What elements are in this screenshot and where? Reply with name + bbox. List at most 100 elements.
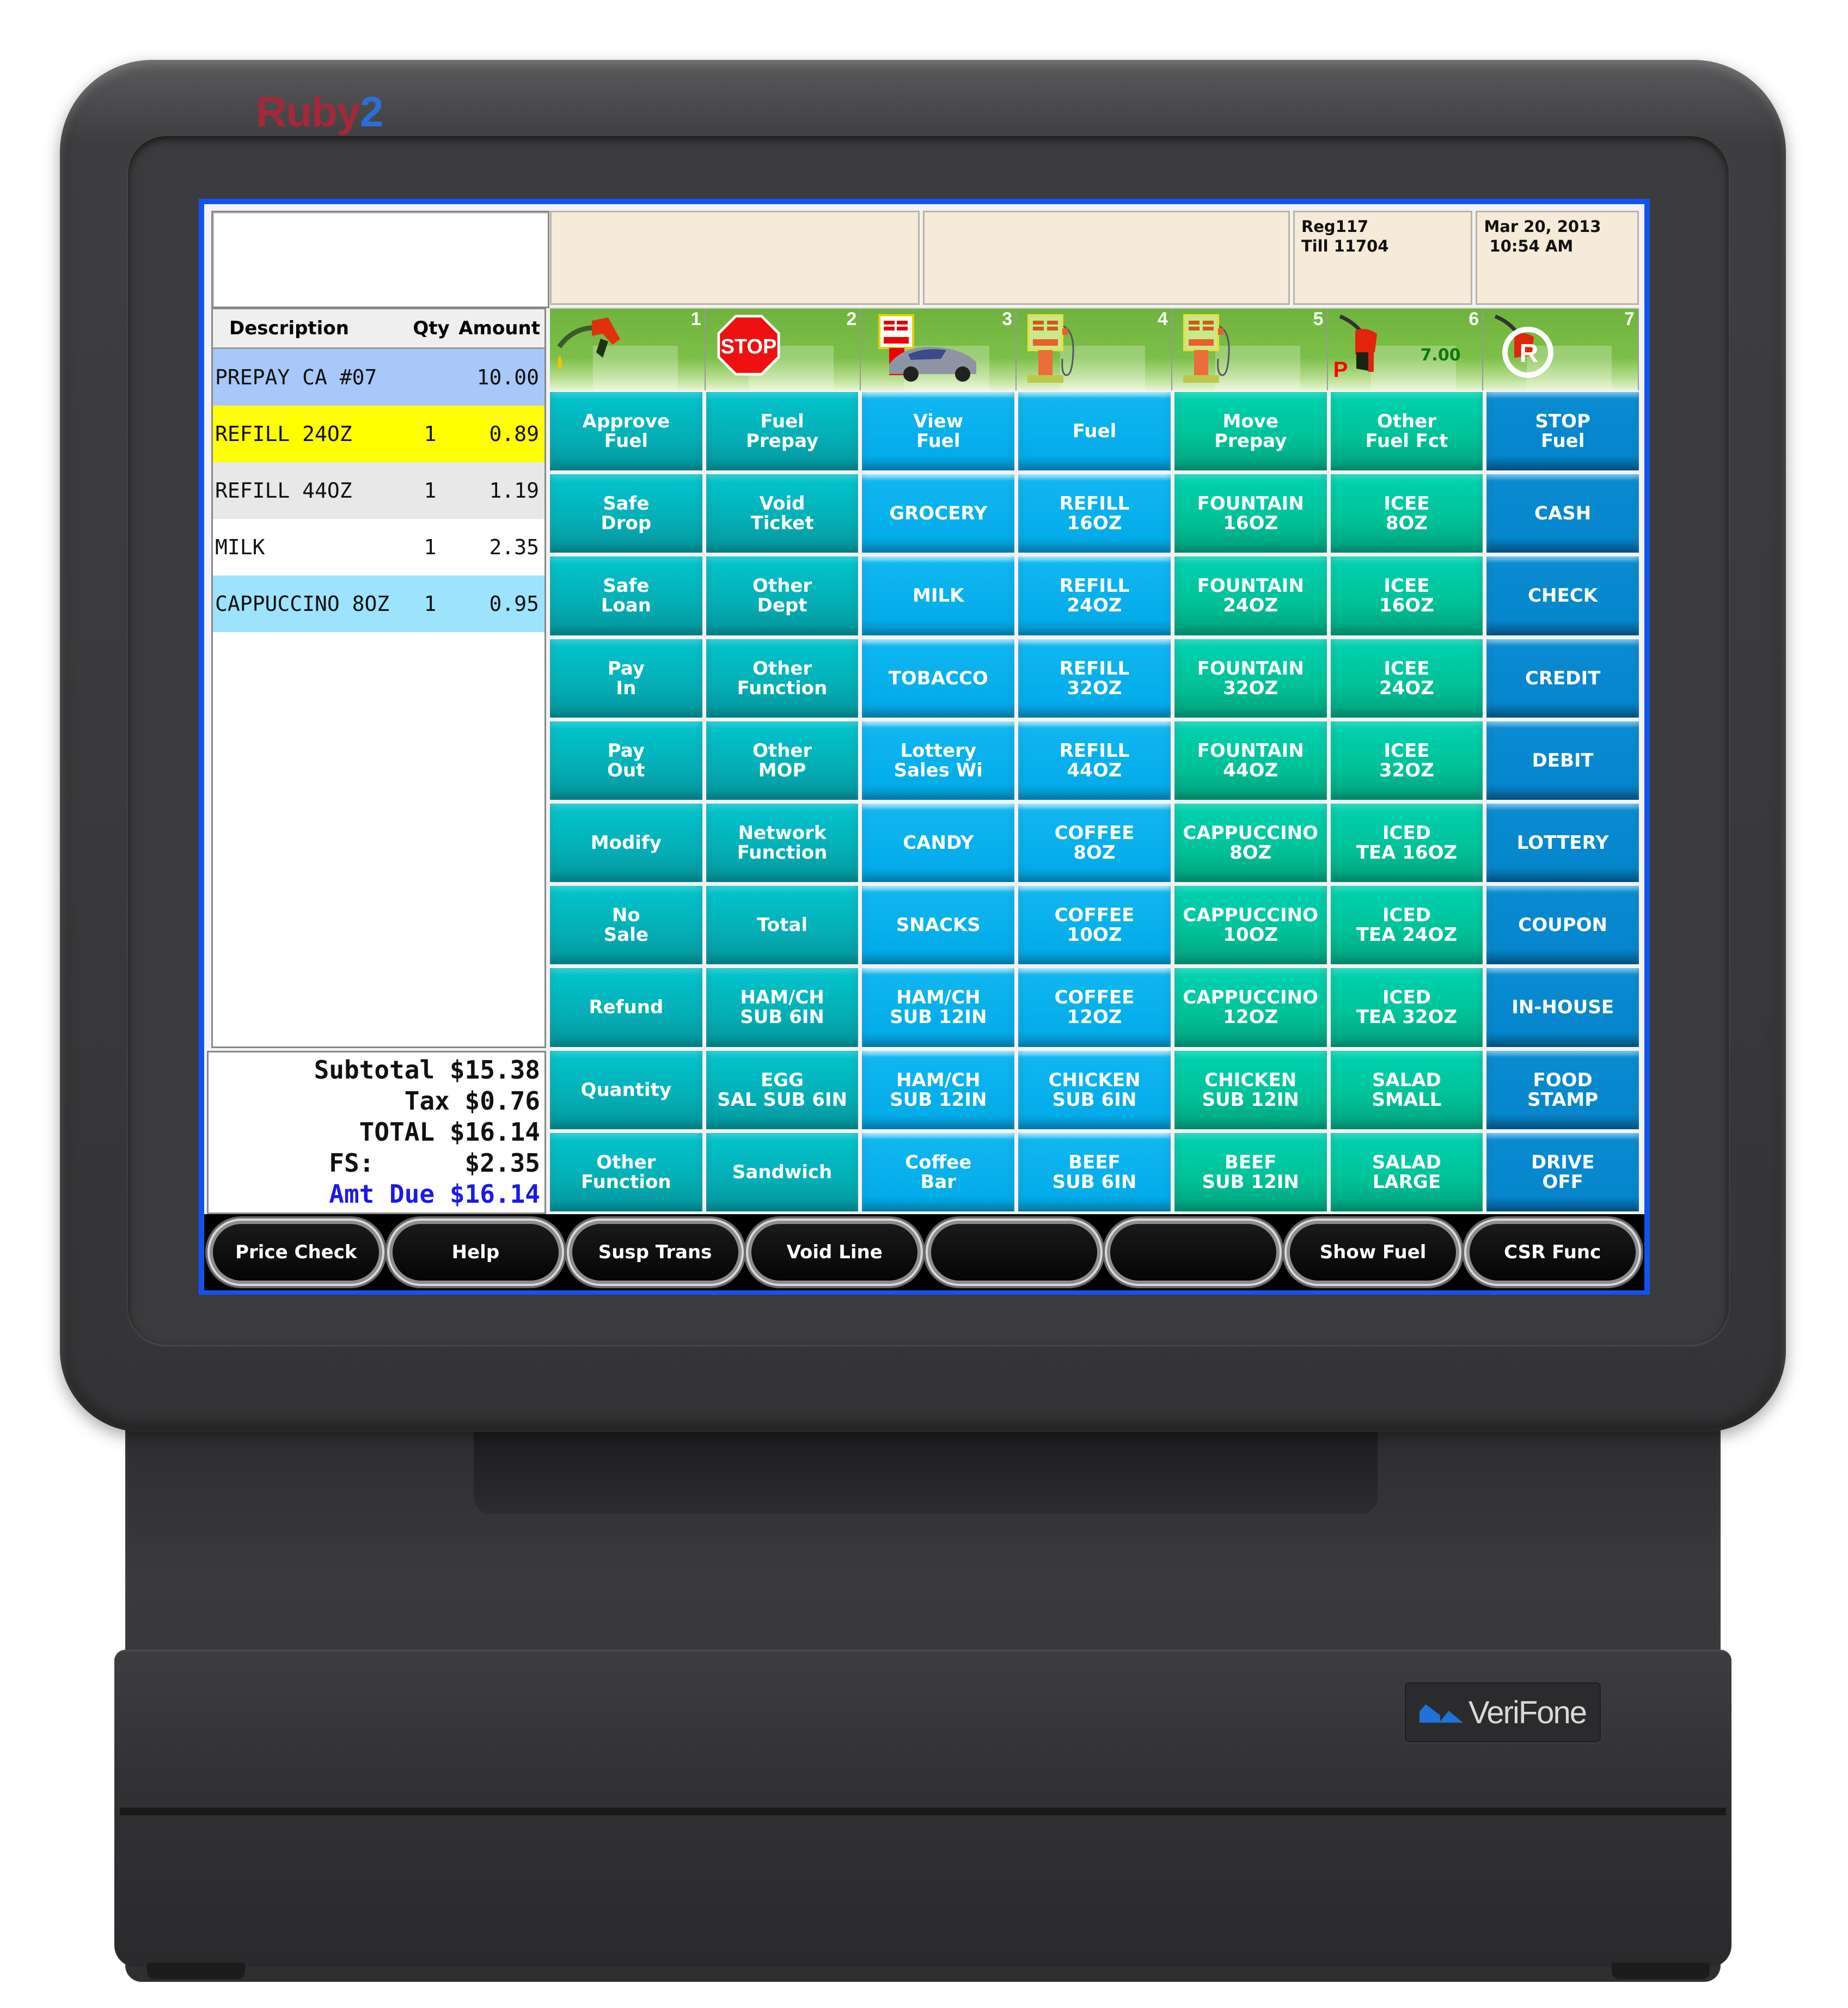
key-salad-large[interactable]: SALAD LARGE [1330,1132,1483,1211]
key-egg-sal-sub-6in[interactable]: EGG SAL SUB 6IN [706,1050,859,1129]
key-beef-sub-6in[interactable]: BEEF SUB 6IN [1018,1132,1171,1211]
key-chicken-sub-12in[interactable]: CHICKEN SUB 12IN [1174,1050,1327,1129]
key-candy[interactable]: CANDY [862,803,1015,883]
fuel-pump-2[interactable]: STOP 2 [705,309,861,390]
gas-pump-idle-icon [1023,314,1099,387]
key-debit[interactable]: DEBIT [1486,721,1639,800]
key-lottery[interactable]: LOTTERY [1486,803,1639,883]
transaction-list[interactable]: Description Qty Amount PREPAY CA #07 10.0… [211,308,546,1048]
pump-sale-amount: 7.00 [1420,346,1461,365]
key-cappuccino-12oz[interactable]: CAPPUCCINO 12OZ [1174,968,1327,1047]
key-stop-fuel[interactable]: STOP Fuel [1486,392,1639,471]
key-ham-ch-sub-6in[interactable]: HAM/CH SUB 6IN [706,968,859,1047]
key-lottery-sales-wi[interactable]: Lottery Sales Wi [862,721,1015,800]
key-no-sale[interactable]: No Sale [550,886,702,965]
key-safe-drop[interactable]: Safe Drop [550,474,702,553]
key-coupon[interactable]: COUPON [1486,886,1639,965]
key-approve-fuel[interactable]: Approve Fuel [550,392,702,471]
key-drive-off[interactable]: DRIVE OFF [1486,1132,1639,1211]
key-quantity[interactable]: Quantity [550,1050,702,1129]
softkey-susp-trans-button[interactable]: Susp Trans [572,1224,738,1281]
key-void-ticket[interactable]: Void Ticket [706,474,859,553]
key-other-fuel-fct[interactable]: Other Fuel Fct [1330,392,1483,471]
key-network-function[interactable]: Network Function [706,803,859,883]
transaction-row[interactable]: REFILL 44OZ 1 1.19 [213,462,544,519]
key-ham-ch-sub-12in[interactable]: HAM/CH SUB 12IN [862,1050,1015,1129]
softkey-show-fuel-button[interactable]: Show Fuel [1290,1224,1457,1281]
key-refill-44oz[interactable]: REFILL 44OZ [1018,721,1171,800]
key-ham-ch-sub-12in[interactable]: HAM/CH SUB 12IN [862,968,1015,1047]
key-view-fuel[interactable]: View Fuel [862,392,1015,471]
key-coffee-12oz[interactable]: COFFEE 12OZ [1018,968,1171,1047]
key-icee-32oz[interactable]: ICEE 32OZ [1330,721,1483,800]
key-safe-loan[interactable]: Safe Loan [550,556,702,635]
key-icee-16oz[interactable]: ICEE 16OZ [1330,556,1483,635]
base-seam [120,1808,1726,1815]
key-coffee-8oz[interactable]: COFFEE 8OZ [1018,803,1171,883]
key-tobacco[interactable]: TOBACCO [862,639,1015,718]
fuel-pump-6[interactable]: 6 7.00 P [1327,309,1484,390]
softkey-help-button[interactable]: Help [392,1224,559,1281]
key-iced-tea-16oz[interactable]: ICED TEA 16OZ [1330,803,1483,883]
key-in-house[interactable]: IN-HOUSE [1486,968,1639,1047]
key-grocery[interactable]: GROCERY [862,474,1015,553]
fuel-pump-3[interactable]: 3 [861,309,1017,390]
verifone-badge: VeriFone [1405,1682,1601,1742]
key-fountain-44oz[interactable]: FOUNTAIN 44OZ [1174,721,1327,800]
key-cappuccino-8oz[interactable]: CAPPUCCINO 8OZ [1174,803,1327,883]
col-amount: Amount [458,317,540,339]
key-cappuccino-10oz[interactable]: CAPPUCCINO 10OZ [1174,886,1327,965]
fuel-pump-7[interactable]: R7 [1483,309,1639,390]
transaction-row[interactable]: REFILL 24OZ 1 0.89 [213,406,544,462]
key-beef-sub-12in[interactable]: BEEF SUB 12IN [1174,1132,1327,1211]
key-total[interactable]: Total [706,886,859,965]
key-refill-16oz[interactable]: REFILL 16OZ [1018,474,1171,553]
key-other-function[interactable]: Other Function [550,1132,702,1211]
softkey-blank-5-button[interactable] [1110,1224,1277,1281]
key-coffee-bar[interactable]: Coffee Bar [862,1132,1015,1211]
pump-number: 1 [690,309,701,329]
fuel-pump-4[interactable]: 4 [1017,309,1172,390]
key-move-prepay[interactable]: Move Prepay [1174,392,1327,471]
key-credit[interactable]: CREDIT [1486,639,1639,718]
key-fuel[interactable]: Fuel [1018,392,1171,471]
key-fuel-prepay[interactable]: Fuel Prepay [706,392,859,471]
key-modify[interactable]: Modify [550,803,702,883]
softkey-price-check-button[interactable]: Price Check [213,1224,380,1281]
key-food-stamp[interactable]: FOOD STAMP [1486,1050,1639,1129]
key-cash[interactable]: CASH [1486,474,1639,553]
key-refill-32oz[interactable]: REFILL 32OZ [1018,639,1171,718]
key-other-function[interactable]: Other Function [706,639,859,718]
key-fountain-32oz[interactable]: FOUNTAIN 32OZ [1174,639,1327,718]
key-milk[interactable]: MILK [862,556,1015,635]
key-sandwich[interactable]: Sandwich [706,1132,859,1211]
transaction-row[interactable]: CAPPUCCINO 8OZ 1 0.95 [213,576,544,632]
softkey-csr-func-button[interactable]: CSR Func [1469,1224,1636,1281]
key-other-dept[interactable]: Other Dept [706,556,859,635]
fuel-pump-5[interactable]: 5 [1172,309,1328,390]
key-pay-out[interactable]: Pay Out [550,721,702,800]
key-refund[interactable]: Refund [550,968,702,1047]
transaction-row[interactable]: MILK 1 2.35 [213,519,544,576]
key-other-mop[interactable]: Other MOP [706,721,859,800]
function-key-bar: Price Check Help Susp Trans Void Line Show F… [204,1214,1644,1290]
softkey-blank-4-button[interactable] [931,1224,1097,1281]
key-salad-small[interactable]: SALAD SMALL [1330,1050,1483,1129]
key-iced-tea-32oz[interactable]: ICED TEA 32OZ [1330,968,1483,1047]
key-coffee-10oz[interactable]: COFFEE 10OZ [1018,886,1171,965]
status-cell-1 [550,211,920,305]
key-check[interactable]: CHECK [1486,556,1639,635]
key-icee-8oz[interactable]: ICEE 8OZ [1330,474,1483,553]
key-icee-24oz[interactable]: ICEE 24OZ [1330,639,1483,718]
transaction-row[interactable]: PREPAY CA #07 10.00 [213,349,544,406]
key-fountain-24oz[interactable]: FOUNTAIN 24OZ [1174,556,1327,635]
key-fountain-16oz[interactable]: FOUNTAIN 16OZ [1174,474,1327,553]
fuel-pump-1[interactable]: 1 [550,309,706,390]
key-pay-in[interactable]: Pay In [550,639,702,718]
key-iced-tea-24oz[interactable]: ICED TEA 24OZ [1330,886,1483,965]
key-snacks[interactable]: SNACKS [862,886,1015,965]
key-chicken-sub-6in[interactable]: CHICKEN SUB 6IN [1018,1050,1171,1129]
message-box [211,211,549,308]
key-refill-24oz[interactable]: REFILL 24OZ [1018,556,1171,635]
softkey-void-line-button[interactable]: Void Line [751,1224,918,1281]
